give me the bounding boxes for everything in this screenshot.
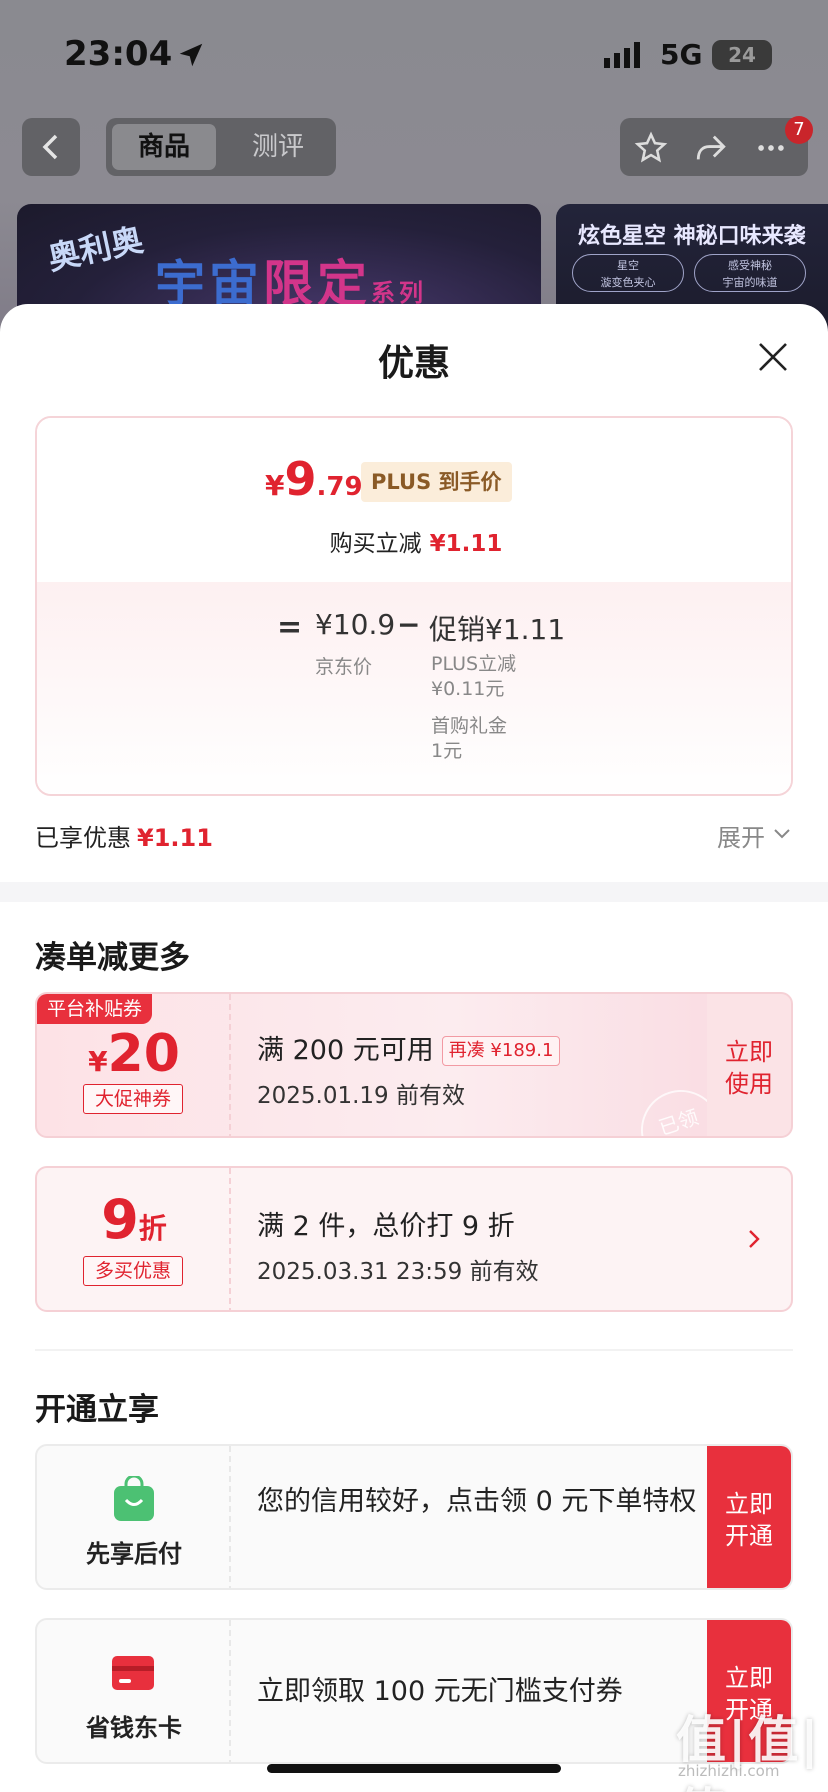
coupon-value: ¥20 xyxy=(37,1024,231,1084)
home-indicator[interactable] xyxy=(267,1764,561,1773)
expand-button[interactable]: 展开 xyxy=(717,818,765,853)
section-divider xyxy=(0,882,828,902)
enjoyed-discount-row: 已享优惠 ¥1.11 展开 xyxy=(35,814,795,854)
promo-item-name: 首购礼金 xyxy=(431,715,508,737)
status-bar: 23:04 5G 24 xyxy=(0,30,828,80)
tab-review[interactable]: 测评 xyxy=(226,124,330,170)
promo-item-plus: PLUS立减 ¥0.11元 xyxy=(431,652,561,702)
discount-condition: 满 2 件，总价打 9 折 xyxy=(257,1211,515,1242)
battery-icon: 24 xyxy=(712,40,772,70)
promo-total: 促销¥1.11 xyxy=(429,613,566,646)
coupon-currency: ¥ xyxy=(88,1045,108,1078)
banner-pill-1: 星空 漩变色夹心 xyxy=(572,254,684,292)
final-price: ¥9.79 xyxy=(265,452,363,506)
share-icon[interactable] xyxy=(694,131,728,165)
top-actions xyxy=(620,118,808,176)
shopping-bag-icon xyxy=(114,1476,154,1521)
minus-sign: − xyxy=(397,608,421,641)
back-button[interactable] xyxy=(22,118,80,176)
battery-level: 24 xyxy=(728,43,756,67)
jd-price-label: 京东价 xyxy=(315,656,373,678)
chevron-left-icon xyxy=(42,134,58,160)
more-section-title: 凑单减更多 xyxy=(35,940,190,976)
banner-title-suffix: 系列 xyxy=(371,279,427,307)
discount-number: 9 xyxy=(101,1188,139,1251)
chevron-down-icon[interactable] xyxy=(773,828,791,840)
tab-product[interactable]: 商品 xyxy=(112,124,216,170)
coupon-amount: 20 xyxy=(107,1024,180,1084)
use-now-button[interactable]: 立即 使用 xyxy=(707,994,791,1136)
banner-pill-2: 感受神秘 宇宙的味道 xyxy=(694,254,806,292)
status-time: 23:04 xyxy=(64,34,173,74)
reduce-amount: ¥1.11 xyxy=(429,531,503,557)
service-name: 先享后付 xyxy=(86,1540,182,1568)
network-type: 5G xyxy=(660,38,703,71)
discount-expiry: 2025.03.31 23:59 前有效 xyxy=(257,1259,539,1285)
reduce-line: 购买立减 ¥1.11 xyxy=(37,524,791,558)
divider xyxy=(35,1349,793,1351)
discount-value: 9折 xyxy=(37,1188,231,1251)
service-name: 省钱东卡 xyxy=(86,1714,182,1742)
coupon-remaining-tag: 再凑 ¥189.1 xyxy=(441,1036,561,1066)
coupon-condition-text: 满 200 元可用 xyxy=(257,1035,434,1066)
product-page-background: 23:04 5G 24 商品 测评 7 奥利奥 宇宙限定系列 炫色星空 神秘口味… xyxy=(0,0,828,344)
close-icon[interactable] xyxy=(754,338,792,376)
banner-right-title: 炫色星空 神秘口味来袭 xyxy=(578,224,806,249)
price-card: ¥9.79 PLUS 到手价 购买立减 ¥1.11 = ¥10.9 京东价 − 促… xyxy=(35,416,793,796)
activate-button[interactable]: 立即 开通 xyxy=(707,1446,791,1588)
promo-item-first-purchase: 首购礼金 1元 xyxy=(431,714,561,764)
chevron-right-icon[interactable] xyxy=(747,1228,761,1250)
promo-item-amount: 1元 xyxy=(431,740,463,762)
discount-sub-tag: 多买优惠 xyxy=(83,1256,183,1286)
enjoyed-label: 已享优惠 ¥1.11 xyxy=(35,818,213,853)
site-watermark-url: zhizhizhi.com xyxy=(678,1762,780,1780)
notification-badge: 7 xyxy=(785,116,813,144)
sheet-title: 优惠 xyxy=(377,343,450,384)
jd-price: ¥10.9 xyxy=(315,608,396,641)
service-description: 立即领取 100 元无门槛支付券 xyxy=(257,1676,623,1707)
card-icon xyxy=(112,1656,154,1690)
location-arrow-icon xyxy=(179,43,203,67)
coupon-tag: 平台补贴券 xyxy=(37,994,153,1024)
discount-unit: 折 xyxy=(138,1212,167,1245)
promo-item-name: PLUS立减 xyxy=(431,653,517,675)
signal-icon xyxy=(604,42,640,68)
service-info: 省钱东卡 xyxy=(37,1620,231,1762)
price-decimal: .79 xyxy=(316,472,363,502)
discount-value-area: 9折 多买优惠 xyxy=(37,1168,231,1310)
coupon-sub-tag: 大促神券 xyxy=(83,1084,183,1114)
plus-price-tag: PLUS 到手价 xyxy=(361,462,512,502)
price-currency: ¥ xyxy=(265,469,285,502)
star-icon[interactable] xyxy=(634,131,668,165)
service-info: 先享后付 xyxy=(37,1446,231,1588)
multi-buy-discount[interactable]: 9折 多买优惠 满 2 件，总价打 9 折 2025.03.31 23:59 前… xyxy=(35,1166,793,1312)
pay-later-card[interactable]: 先享后付 您的信用较好，点击领 0 元下单特权 立即 开通 xyxy=(35,1444,793,1590)
reduce-label: 购买立减 xyxy=(329,531,422,557)
discount-sheet: 优惠 ¥9.79 PLUS 到手价 购买立减 ¥1.11 = ¥10.9 京东价 … xyxy=(0,304,828,1792)
promo-item-amount: ¥0.11元 xyxy=(431,678,505,700)
banner-brand: 奥利奥 xyxy=(44,220,147,278)
open-section-title: 开通立享 xyxy=(35,1392,159,1428)
platform-coupon[interactable]: 平台补贴券 ¥20 大促神券 满 200 元可用 再凑 ¥189.1 2025.0… xyxy=(35,992,793,1138)
more-icon[interactable] xyxy=(754,131,788,165)
enjoyed-text: 已享优惠 xyxy=(35,824,131,852)
coupon-value-area: 平台补贴券 ¥20 大促神券 xyxy=(37,994,231,1136)
equals-sign: = xyxy=(277,610,303,645)
coupon-expiry: 2025.01.19 前有效 xyxy=(257,1083,465,1109)
service-description: 您的信用较好，点击领 0 元下单特权 xyxy=(257,1486,697,1517)
coupon-condition: 满 200 元可用 再凑 ¥189.1 xyxy=(257,1028,561,1067)
enjoyed-amount: ¥1.11 xyxy=(137,824,213,852)
tab-switcher: 商品 测评 xyxy=(106,118,336,176)
price-integer: 9 xyxy=(284,452,317,506)
